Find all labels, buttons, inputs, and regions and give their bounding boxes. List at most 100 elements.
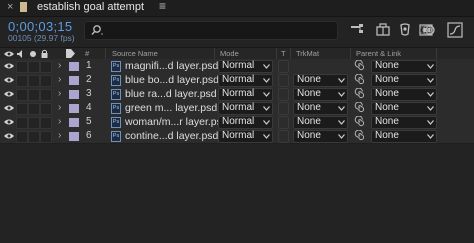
audio-toggle[interactable] xyxy=(16,103,28,115)
audio-toggle[interactable] xyxy=(16,131,28,143)
parent-link-select[interactable]: None xyxy=(371,102,437,115)
label-color-swatch[interactable] xyxy=(69,90,79,99)
solo-toggle[interactable] xyxy=(28,61,40,73)
solo-toggle[interactable] xyxy=(28,75,40,87)
label-color-swatch[interactable] xyxy=(69,76,79,85)
label-color-swatch[interactable] xyxy=(69,118,79,127)
pick-whip-icon[interactable] xyxy=(354,130,366,142)
blend-mode-value: Normal xyxy=(222,60,255,71)
twirl-chevron-right-icon[interactable]: › xyxy=(58,60,61,71)
shy-layers-icon[interactable] xyxy=(397,22,413,38)
layer-source-name[interactable]: blue ra...d layer.psd xyxy=(125,88,217,100)
layer-row[interactable]: › 2 Ps blue bo...d layer.psd Normal None None xyxy=(0,73,474,88)
preserve-transparency-checkbox[interactable] xyxy=(278,130,289,143)
lock-toggle[interactable] xyxy=(40,61,52,73)
parent-link-select[interactable]: None xyxy=(371,88,437,101)
motion-blur-icon[interactable] xyxy=(420,22,436,38)
blend-mode-select[interactable]: Normal xyxy=(218,102,273,115)
preserve-transparency-checkbox[interactable] xyxy=(278,74,289,87)
lock-toggle[interactable] xyxy=(40,117,52,129)
preserve-transparency-checkbox[interactable] xyxy=(278,116,289,129)
label-color-swatch[interactable] xyxy=(69,104,79,113)
pick-whip-icon[interactable] xyxy=(354,88,366,100)
photoshop-file-icon: Ps xyxy=(111,103,121,114)
parent-link-select[interactable]: None xyxy=(371,74,437,87)
draft-3d-icon[interactable] xyxy=(375,22,391,38)
blend-mode-select[interactable]: Normal xyxy=(218,60,273,73)
track-matte-select[interactable]: None xyxy=(293,116,348,129)
current-time-display[interactable]: 0;00;03;15 xyxy=(8,19,72,34)
lock-toggle[interactable] xyxy=(40,75,52,87)
lock-toggle[interactable] xyxy=(40,131,52,143)
blend-mode-select[interactable]: Normal xyxy=(218,130,273,143)
photoshop-file-icon: Ps xyxy=(111,61,121,72)
layer-search-field[interactable] xyxy=(84,21,338,40)
solo-toggle[interactable] xyxy=(28,89,40,101)
solo-toggle[interactable] xyxy=(28,117,40,129)
close-tab-icon[interactable]: × xyxy=(7,1,13,13)
twirl-chevron-right-icon[interactable]: › xyxy=(58,74,61,85)
solo-toggle[interactable] xyxy=(28,131,40,143)
chevron-down-icon xyxy=(427,64,434,69)
track-matte-select[interactable]: None xyxy=(293,88,348,101)
mode-header: Mode xyxy=(220,49,239,58)
layer-source-name[interactable]: green m... layer.psd xyxy=(125,102,217,114)
eye-visibility-icon[interactable] xyxy=(4,104,14,112)
blend-mode-select[interactable]: Normal xyxy=(218,116,273,129)
twirl-chevron-right-icon[interactable]: › xyxy=(58,102,61,113)
lock-toggle[interactable] xyxy=(40,103,52,115)
parent-link-select[interactable]: None xyxy=(371,60,437,73)
layer-source-name[interactable]: woman/m...r layer.psd xyxy=(125,116,228,128)
eye-visibility-icon[interactable] xyxy=(4,76,14,84)
eye-visibility-icon[interactable] xyxy=(4,62,14,70)
layer-row[interactable]: › 5 Ps woman/m...r layer.psd Normal None None xyxy=(0,115,474,130)
layer-source-name[interactable]: magnifi...d layer.psd xyxy=(125,60,218,72)
graph-editor-icon[interactable] xyxy=(447,22,463,38)
twirl-chevron-right-icon[interactable]: › xyxy=(58,130,61,141)
layer-source-name[interactable]: blue bo...d layer.psd xyxy=(125,74,219,86)
eye-visibility-icon[interactable] xyxy=(4,118,14,126)
eye-visibility-icon[interactable] xyxy=(4,90,14,98)
video-visibility-header-icon xyxy=(4,51,14,57)
audio-toggle[interactable] xyxy=(16,89,28,101)
layer-row[interactable]: › 6 Ps contine...d layer.psd Normal None None xyxy=(0,129,474,144)
parent-link-select[interactable]: None xyxy=(371,130,437,143)
audio-toggle[interactable] xyxy=(16,61,28,73)
twirl-chevron-right-icon[interactable]: › xyxy=(58,88,61,99)
track-matte-select[interactable]: None xyxy=(293,102,348,115)
audio-header-icon xyxy=(17,50,22,58)
blend-mode-select[interactable]: Normal xyxy=(218,74,273,87)
chevron-down-icon xyxy=(427,78,434,83)
track-matte-value: None xyxy=(297,88,321,99)
search-input[interactable] xyxy=(107,23,332,37)
parent-link-header: Parent & Link xyxy=(356,49,402,58)
pick-whip-icon[interactable] xyxy=(354,74,366,86)
eye-visibility-icon[interactable] xyxy=(4,132,14,140)
preserve-transparency-checkbox[interactable] xyxy=(278,88,289,101)
parent-link-select[interactable]: None xyxy=(371,116,437,129)
chevron-down-icon xyxy=(263,64,270,69)
pick-whip-icon[interactable] xyxy=(354,60,366,72)
label-color-swatch[interactable] xyxy=(69,62,79,71)
track-matte-select[interactable]: None xyxy=(293,74,348,87)
layer-source-name[interactable]: contine...d layer.psd xyxy=(125,130,218,142)
lock-toggle[interactable] xyxy=(40,89,52,101)
label-color-swatch[interactable] xyxy=(69,132,79,141)
audio-toggle[interactable] xyxy=(16,75,28,87)
source-name-header[interactable]: Source Name xyxy=(112,49,158,58)
layer-row[interactable]: › 1 Ps magnifi...d layer.psd Normal None xyxy=(0,59,474,74)
panel-menu-icon[interactable]: ≡ xyxy=(159,0,166,13)
pick-whip-icon[interactable] xyxy=(354,116,366,128)
preserve-transparency-checkbox[interactable] xyxy=(278,102,289,115)
audio-toggle[interactable] xyxy=(16,117,28,129)
blend-mode-select[interactable]: Normal xyxy=(218,88,273,101)
layer-row[interactable]: › 4 Ps green m... layer.psd Normal None None xyxy=(0,101,474,116)
solo-toggle[interactable] xyxy=(28,103,40,115)
layer-row[interactable]: › 3 Ps blue ra...d layer.psd Normal None None xyxy=(0,87,474,102)
track-matte-select[interactable]: None xyxy=(293,130,348,143)
pick-whip-icon[interactable] xyxy=(354,102,366,114)
composition-tab-title[interactable]: establish goal attempt xyxy=(37,1,144,13)
twirl-chevron-right-icon[interactable]: › xyxy=(58,116,61,127)
comp-mini-flowchart-icon[interactable] xyxy=(350,22,366,38)
preserve-transparency-checkbox[interactable] xyxy=(278,60,289,73)
